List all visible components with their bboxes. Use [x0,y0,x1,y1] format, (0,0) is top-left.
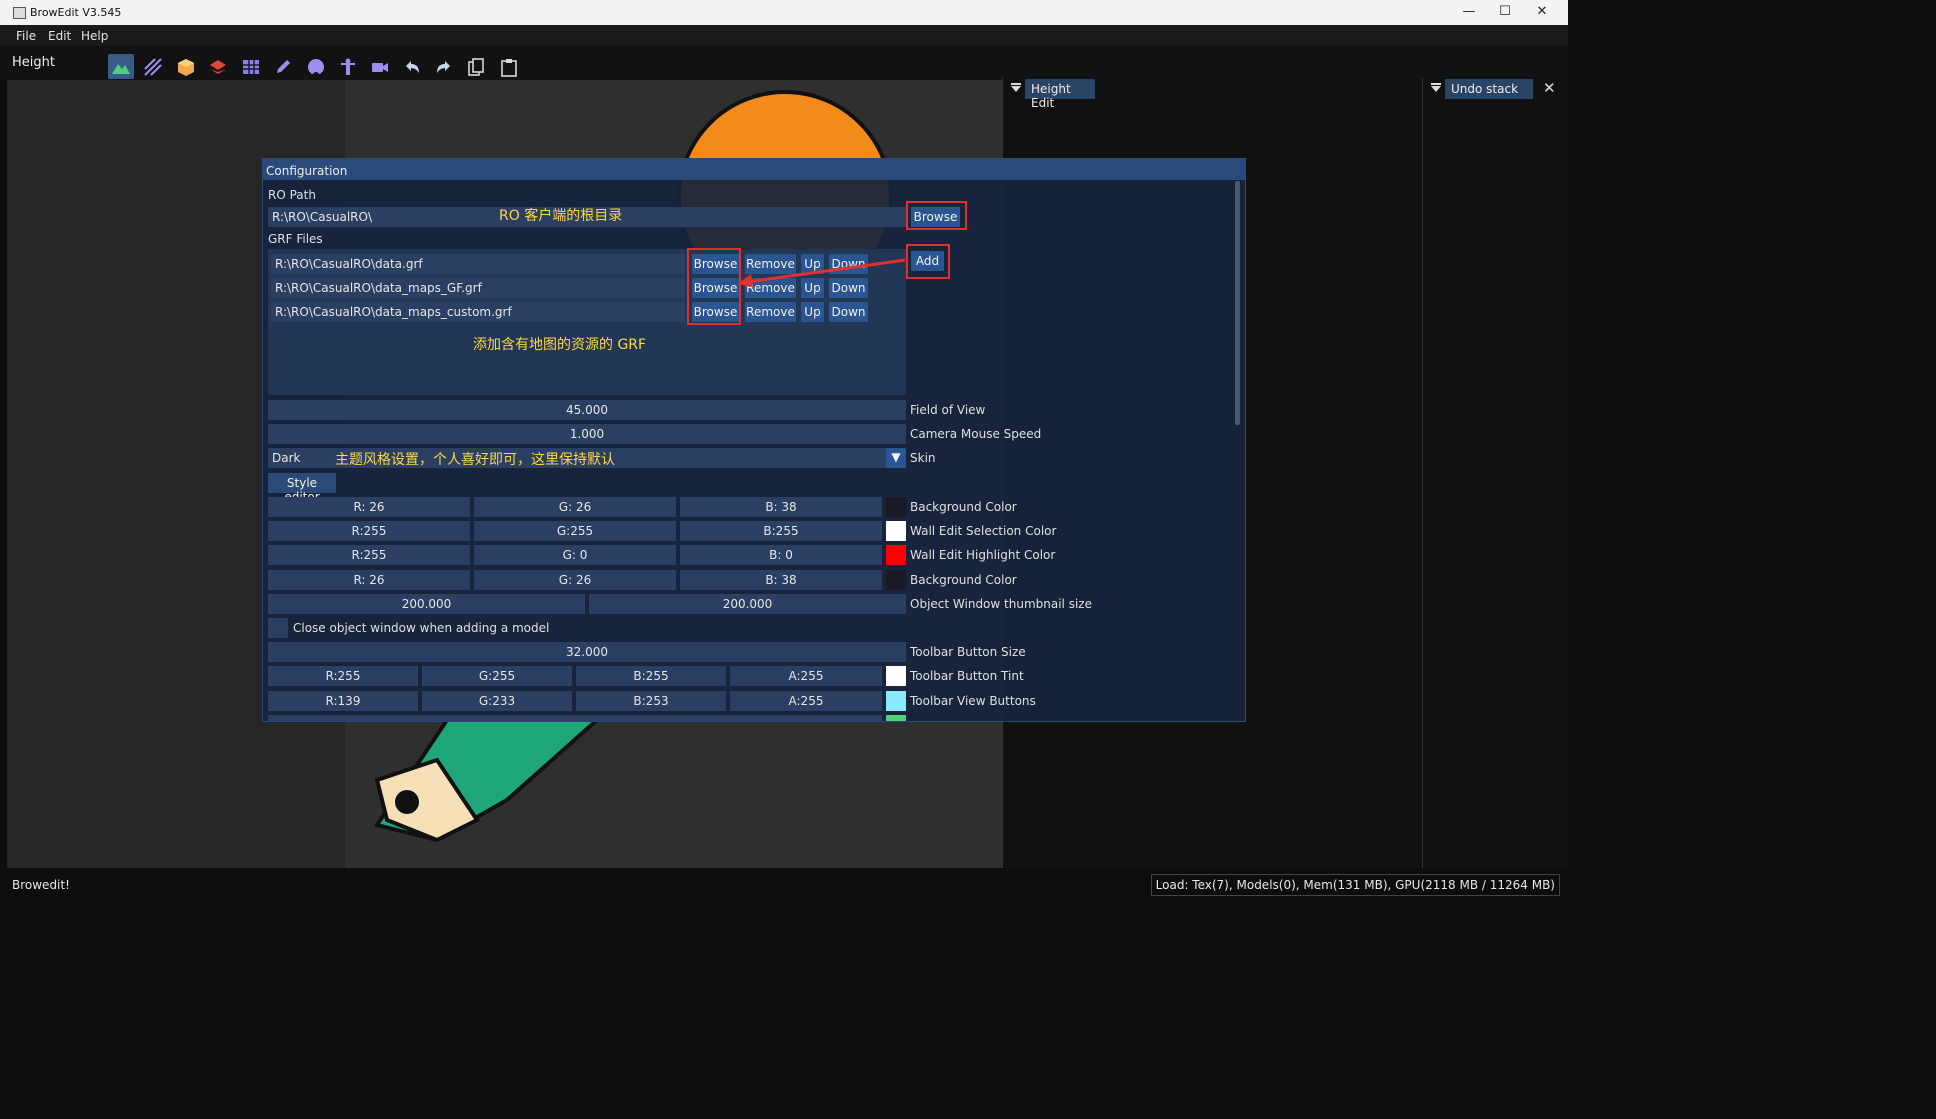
color-swatch[interactable] [886,691,906,711]
color-swatch[interactable] [886,521,906,541]
thumbnail-height-input[interactable]: 200.000 [589,594,906,614]
close-icon[interactable]: ✕ [1543,79,1556,97]
camera-speed-label: Camera Mouse Speed [910,427,1042,441]
pencil-icon[interactable] [270,54,296,79]
object-mode-icon[interactable] [173,54,199,79]
field-of-view-input[interactable]: 45.000 [268,400,906,420]
color-r[interactable]: R:255 [268,666,418,686]
tab-height-edit[interactable]: Height Edit [1025,79,1095,110]
panel-collapse-icon[interactable] [1430,83,1442,93]
status-bar: Browedit! Load: Tex(7), Models(0), Mem(1… [0,870,1568,906]
menu-bar: File Edit Help [0,25,1568,47]
gat-mode-icon[interactable] [238,54,264,79]
close-object-window-checkbox[interactable] [268,618,288,638]
wall-mode-icon[interactable] [205,54,231,79]
color-r[interactable]: R: 26 [268,497,470,517]
grf-file-path[interactable]: R:\RO\CasualRO\data_maps_GF.grf [271,278,685,298]
grf-up-button[interactable]: Up [801,302,824,322]
redo-icon[interactable] [431,54,457,79]
configuration-dialog: Configuration RO Path R:\RO\CasualRO\ RO… [262,158,1246,722]
color-swatch [886,715,906,721]
color-r[interactable]: R:255 [268,521,470,541]
menu-help[interactable]: Help [81,29,108,43]
status-load-info: Load: Tex(7), Models(0), Mem(131 MB), GP… [1150,874,1560,896]
title-bar: BrowEdit V3.545 — ☐ ✕ [0,0,1568,25]
color-label: Wall Edit Selection Color [910,524,1057,538]
color-r[interactable]: R:255 [268,545,470,565]
maximize-icon[interactable]: ☐ [1490,4,1520,19]
chevron-down-icon[interactable]: ▼ [886,448,906,468]
color-a[interactable]: A:255 [730,666,882,686]
dialog-title: Configuration [263,159,1245,180]
color-swatch[interactable] [886,666,906,686]
color-g[interactable]: G:255 [422,666,572,686]
color-b[interactable]: B:255 [576,666,726,686]
texture-mode-icon[interactable] [140,54,166,79]
color-swatch[interactable] [886,570,906,590]
undo-icon[interactable] [399,54,425,79]
thumbnail-width-input[interactable]: 200.000 [268,594,585,614]
highlight-box [906,201,967,230]
window-title: BrowEdit V3.545 [30,6,122,19]
color-b[interactable]: B: 38 [680,570,882,590]
color-b[interactable]: B: 0 [680,545,882,565]
color-a[interactable]: A:255 [730,691,882,711]
color-g[interactable]: G: 26 [474,497,676,517]
close-object-window-label: Close object window when adding a model [293,621,550,635]
grf-file-path[interactable]: R:\RO\CasualRO\data.grf [271,254,685,274]
color-label: Toolbar View Buttons [910,694,1036,708]
annotation-grf: 添加含有地图的资源的 GRF [473,337,647,353]
color-b[interactable]: B: 38 [680,497,882,517]
circle-icon[interactable] [303,54,329,79]
color-label: Background Color [910,573,1017,587]
grf-remove-button[interactable]: Remove [745,302,796,322]
menu-file[interactable]: File [16,29,36,43]
skin-label: Skin [910,451,936,465]
toolbar-button-size-label: Toolbar Button Size [910,645,1026,659]
color-row-partial [268,715,882,721]
toolbar-button-size-input[interactable]: 32.000 [268,642,906,662]
status-message: Browedit! [12,878,70,892]
color-swatch[interactable] [886,497,906,517]
toolbar: Height [0,46,1568,80]
camera-speed-input[interactable]: 1.000 [268,424,906,444]
person-icon[interactable] [335,54,361,79]
color-g[interactable]: G:255 [474,521,676,541]
annotation-skin: 主题风格设置，个人喜好即可，这里保持默认 [335,452,615,468]
color-label: Wall Edit Highlight Color [910,548,1056,562]
color-g[interactable]: G: 26 [474,570,676,590]
close-icon[interactable]: ✕ [1527,4,1557,19]
grf-file-path[interactable]: R:\RO\CasualRO\data_maps_custom.grf [271,302,685,322]
scrollbar[interactable] [1235,181,1240,425]
color-r[interactable]: R:139 [268,691,418,711]
height-mode-icon[interactable] [108,54,134,79]
color-swatch[interactable] [886,545,906,565]
thumbnail-size-label: Object Window thumbnail size [910,597,1092,611]
style-editor-button[interactable]: Style editor [268,473,336,504]
tab-undo-stack[interactable]: Undo stack [1445,79,1533,99]
panel-collapse-icon[interactable] [1010,83,1022,93]
mode-label: Height [12,55,55,70]
copy-icon[interactable] [463,54,489,79]
paste-icon[interactable] [496,54,522,79]
menu-edit[interactable]: Edit [48,29,71,43]
grf-down-button[interactable]: Down [829,302,868,322]
minimize-icon[interactable]: — [1454,4,1484,19]
camera-icon[interactable] [367,54,393,79]
annotation-ro-path: RO 客户端的根目录 [499,208,623,224]
annotation-arrow [737,258,906,287]
color-label: Toolbar Button Tint [910,669,1024,683]
color-g[interactable]: G: 0 [474,545,676,565]
undo-stack-panel: Undo stack ✕ [1422,78,1569,868]
color-b[interactable]: B:253 [576,691,726,711]
color-b[interactable]: B:255 [680,521,882,541]
color-g[interactable]: G:233 [422,691,572,711]
grf-files-label: GRF Files [268,232,323,246]
color-label: Background Color [910,500,1017,514]
color-r[interactable]: R: 26 [268,570,470,590]
app-icon [13,7,26,19]
field-of-view-label: Field of View [910,403,986,417]
ro-path-label: RO Path [268,188,316,202]
